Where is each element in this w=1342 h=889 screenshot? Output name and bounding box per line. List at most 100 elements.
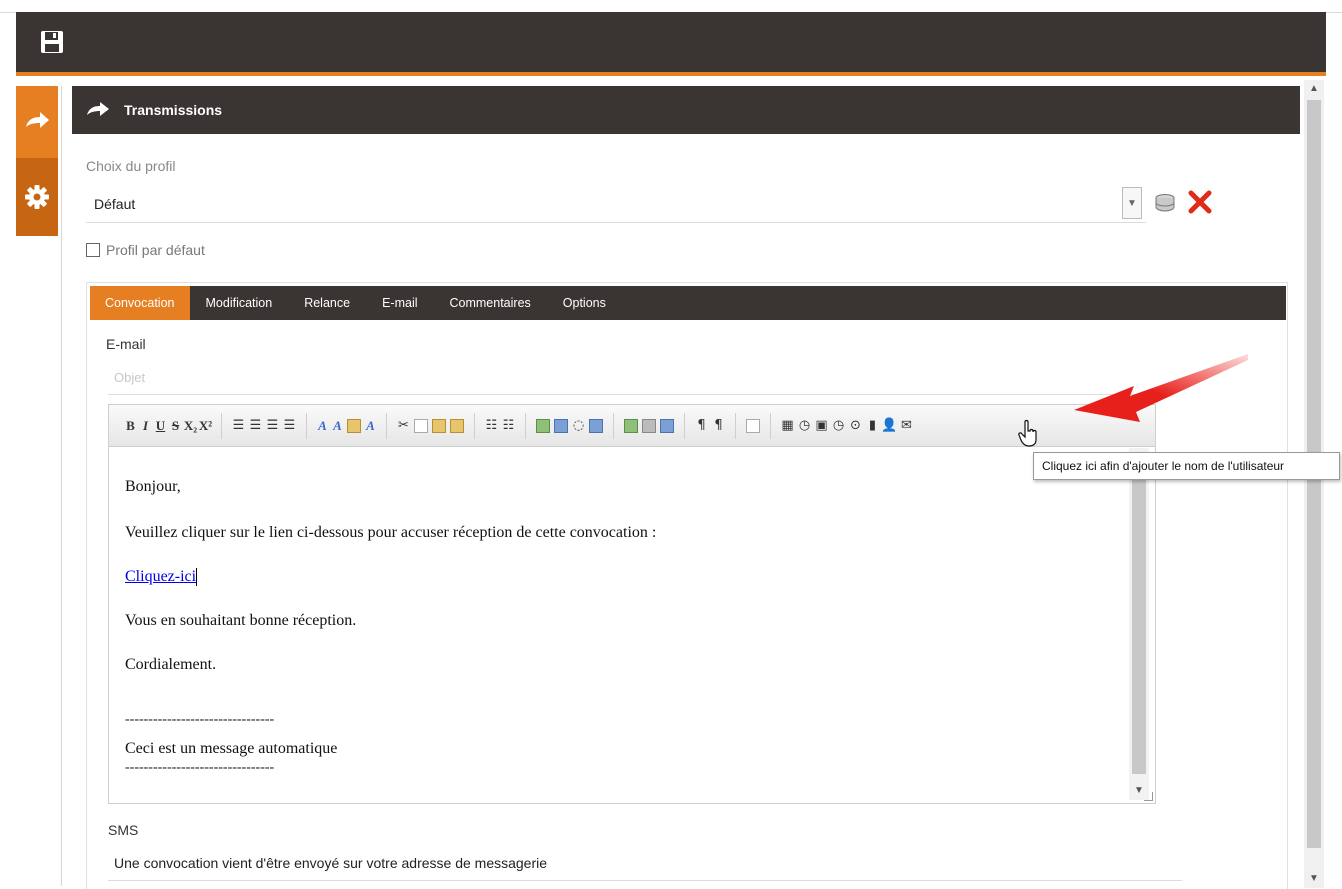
auto-message-text: Ceci est un message automatique [125, 740, 338, 757]
tooltip: Cliquez ici afin d'ajouter le nom de l'u… [1033, 452, 1340, 480]
hand-cursor-icon [1018, 418, 1038, 448]
align-right-icon[interactable]: ☰ [265, 418, 280, 434]
italic-button[interactable]: I [139, 418, 152, 434]
editor-toolbar: B I U S X₂ X² ☰ ☰ ☰ ☰ A A A ✂ ☷ ☷ ◌ ¶ ¶ … [109, 405, 1155, 447]
strikethrough-button[interactable]: S [169, 418, 182, 434]
panel-title: Transmissions [124, 102, 223, 118]
database-save-button[interactable] [1152, 192, 1178, 214]
panel-header: Transmissions [72, 86, 1300, 134]
email-label: E-mail [106, 336, 146, 352]
insert-media-icon[interactable] [554, 418, 568, 433]
body-line-1: Veuillez cliquer sur le lien ci-dessous … [125, 524, 657, 541]
subject-input[interactable] [108, 360, 1170, 395]
editor-scrollbar-thumb[interactable] [1132, 452, 1146, 774]
sms-input[interactable] [108, 846, 1182, 881]
insert-group: ◌ [534, 412, 614, 439]
chevron-down-icon[interactable]: ▼ [1122, 187, 1142, 219]
tab-commentaires[interactable]: Commentaires [434, 286, 547, 320]
direction-group: ¶ ¶ [693, 412, 736, 439]
tab-relance[interactable]: Relance [288, 286, 366, 320]
body-line-2: Vous en souhaitant bonne réception. [125, 612, 357, 629]
envelope-icon[interactable]: ✉ [899, 418, 914, 434]
annotation-arrow [1074, 354, 1248, 422]
tab-convocation[interactable]: Convocation [90, 286, 190, 320]
align-justify-icon[interactable]: ☰ [282, 418, 297, 434]
delete-profile-button[interactable] [1186, 188, 1214, 216]
tab-bar: Convocation Modification Relance E-mail … [90, 286, 1286, 320]
profile-selected-value: Défaut [94, 196, 136, 212]
acknowledge-link[interactable]: Cliquez-ici [125, 568, 196, 585]
remove-format-icon[interactable]: A [364, 418, 377, 434]
numbered-list-icon[interactable]: ☷ [501, 418, 516, 434]
format-group: B I U S X₂ X² [123, 412, 222, 439]
document-icon[interactable]: ▮ [865, 418, 880, 434]
calendar-event-icon[interactable]: ▣ [814, 418, 829, 434]
font-group: A A A [315, 412, 387, 439]
background-color-icon[interactable]: A [331, 418, 344, 434]
user-icon[interactable]: 👤 [881, 418, 897, 434]
default-profile-checkbox[interactable]: Profil par défaut [86, 242, 205, 258]
greeting-text: Bonjour, [125, 478, 181, 495]
time-icon[interactable]: ◷ [831, 418, 846, 434]
tab-options[interactable]: Options [547, 286, 622, 320]
cut-icon[interactable]: ✂ [396, 418, 411, 434]
horizontal-rule-icon[interactable] [589, 418, 603, 433]
editor-content[interactable]: Bonjour, Veuillez cliquer sur le lien ci… [109, 448, 1129, 798]
scroll-up-icon[interactable]: ▲ [1304, 80, 1324, 98]
default-profile-label: Profil par défaut [106, 242, 205, 258]
separator-top: -------------------------------- [125, 712, 275, 727]
source-icon[interactable] [746, 418, 760, 433]
checkbox[interactable] [86, 243, 100, 257]
calendar-icon[interactable]: ▦ [780, 418, 795, 434]
paste-text-icon[interactable] [450, 418, 464, 433]
ltr-icon[interactable]: ¶ [694, 418, 709, 434]
anchor-icon[interactable] [660, 418, 674, 433]
align-left-icon[interactable]: ☰ [231, 418, 246, 434]
closing-text: Cordialement. [125, 656, 217, 673]
source-group [744, 412, 771, 439]
sms-label: SMS [108, 822, 139, 838]
superscript-button[interactable]: X² [199, 418, 212, 434]
close-icon [1188, 190, 1212, 214]
page-scrollbar[interactable]: ▲ ▼ [1304, 80, 1324, 888]
clipboard-group: ✂ [395, 412, 475, 439]
unlink-icon[interactable] [642, 418, 656, 433]
resize-handle[interactable] [1144, 792, 1153, 801]
arrow-right-icon [26, 112, 49, 128]
email-editor[interactable]: B I U S X₂ X² ☰ ☰ ☰ ☰ A A A ✂ ☷ ☷ ◌ ¶ ¶ … [108, 404, 1156, 804]
align-center-icon[interactable]: ☰ [248, 418, 263, 434]
profile-select[interactable]: Défaut [86, 186, 1146, 223]
rtl-icon[interactable]: ¶ [711, 418, 726, 434]
editor-scrollbar[interactable]: ▼ [1129, 448, 1149, 800]
bullet-list-icon[interactable]: ☷ [484, 418, 499, 434]
tab-email[interactable]: E-mail [366, 286, 433, 320]
location-pin-icon[interactable]: ⊙ [848, 418, 863, 434]
separator-bottom: -------------------------------- [125, 760, 275, 775]
link-group [622, 412, 685, 439]
variables-group: ▦ ◷ ▣ ◷ ⊙ ▮ 👤 ✉ [779, 413, 923, 439]
arrow-right-icon [86, 101, 116, 119]
align-group: ☰ ☰ ☰ ☰ [230, 412, 307, 439]
scroll-down-icon[interactable]: ▼ [1304, 870, 1324, 888]
profile-label: Choix du profil [86, 158, 176, 174]
settings-nav-button[interactable] [16, 158, 58, 236]
rail-divider [61, 86, 62, 886]
insert-image-icon[interactable] [536, 418, 550, 433]
top-toolbar [16, 12, 1326, 76]
bold-button[interactable]: B [124, 418, 137, 434]
tab-modification[interactable]: Modification [190, 286, 289, 320]
subscript-button[interactable]: X₂ [184, 418, 197, 434]
copy-icon[interactable] [414, 418, 428, 433]
highlight-icon[interactable] [347, 418, 361, 433]
font-color-icon[interactable]: A [316, 418, 329, 434]
transmissions-nav-button[interactable] [16, 86, 58, 158]
left-rail [16, 86, 58, 236]
comment-icon[interactable]: ◌ [571, 418, 586, 434]
insert-link-icon[interactable] [624, 418, 638, 433]
save-button[interactable] [38, 28, 66, 56]
paste-icon[interactable] [432, 418, 446, 433]
clock-icon[interactable]: ◷ [797, 418, 812, 434]
text-caret [196, 568, 198, 587]
underline-button[interactable]: U [154, 418, 167, 434]
list-group: ☷ ☷ [483, 412, 526, 439]
